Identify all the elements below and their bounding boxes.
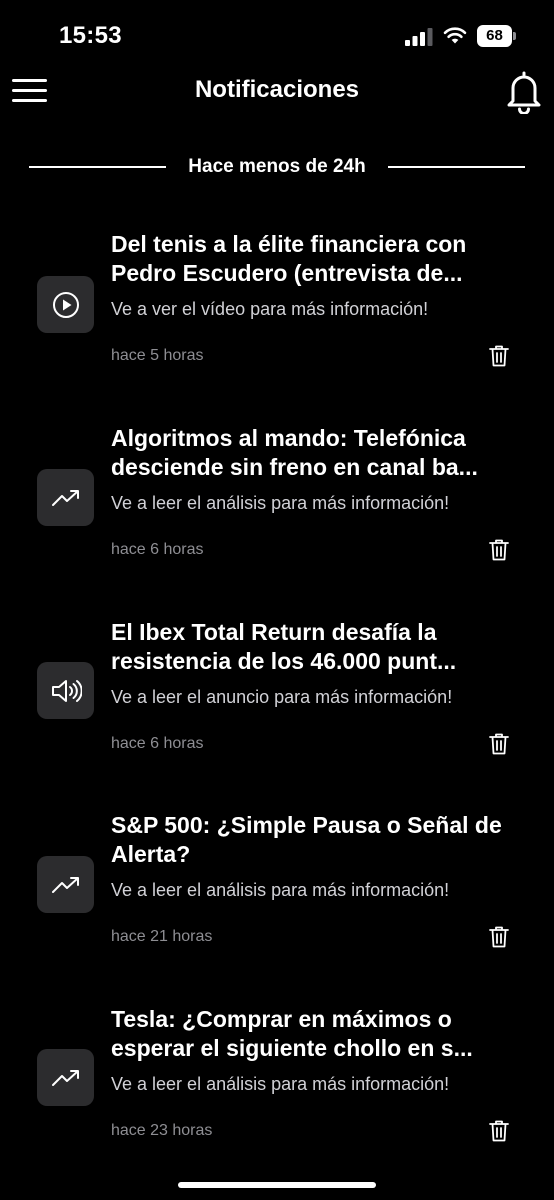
section-label: Hace menos de 24h <box>188 156 366 177</box>
notifications-screen: 15:53 68 Notificaciones Hace menos de 24… <box>0 0 554 1200</box>
notification-item[interactable]: S&P 500: ¿Simple Pausa o Señal de Alerta… <box>0 811 554 991</box>
trash-icon[interactable] <box>488 538 510 562</box>
notification-item[interactable]: Tesla: ¿Comprar en máximos o esperar el … <box>0 1005 554 1185</box>
trash-icon[interactable] <box>488 1119 510 1143</box>
battery-tip <box>513 32 516 40</box>
notification-time: hace 6 horas <box>111 541 204 558</box>
divider-line-right <box>388 166 525 168</box>
wifi-icon <box>443 27 467 44</box>
notification-item[interactable]: Del tenis a la élite financiera con Pedr… <box>0 230 554 410</box>
notification-body: Ve a leer el análisis para más informaci… <box>111 493 450 513</box>
notification-time: hace 5 horas <box>111 347 204 364</box>
notification-item[interactable]: Algoritmos al mando: Telefónica desciend… <box>0 424 554 604</box>
cellular-signal-icon <box>405 28 433 46</box>
trash-icon[interactable] <box>488 344 510 368</box>
notification-body: Ve a ver el vídeo para más información! <box>111 299 429 319</box>
battery-level: 68 <box>477 25 512 47</box>
notification-body: Ve a leer el análisis para más informaci… <box>111 880 450 900</box>
trash-icon[interactable] <box>488 732 510 756</box>
notification-item[interactable]: El Ibex Total Return desafía la resisten… <box>0 618 554 798</box>
trending-up-icon <box>37 856 94 913</box>
status-time: 15:53 <box>59 22 122 49</box>
notification-time: hace 21 horas <box>111 928 213 945</box>
speaker-icon <box>37 662 94 719</box>
bell-icon[interactable] <box>504 70 544 114</box>
status-bar: 15:53 68 <box>0 0 554 70</box>
notification-title: Tesla: ¿Comprar en máximos o esperar el … <box>111 1006 473 1061</box>
notification-body: Ve a leer el análisis para más informaci… <box>111 1074 450 1094</box>
trending-up-icon <box>37 469 94 526</box>
notification-time: hace 23 horas <box>111 1122 213 1139</box>
notification-title: S&P 500: ¿Simple Pausa o Señal de Alerta… <box>111 812 502 867</box>
app-header: Notificaciones <box>0 62 554 118</box>
notification-title: El Ibex Total Return desafía la resisten… <box>111 619 457 674</box>
notification-title: Del tenis a la élite financiera con Pedr… <box>111 231 467 286</box>
play-circle-icon <box>37 276 94 333</box>
trash-icon[interactable] <box>488 925 510 949</box>
page-title: Notificaciones <box>194 76 360 103</box>
home-indicator[interactable] <box>178 1182 376 1188</box>
divider-line-left <box>29 166 166 168</box>
trending-up-icon <box>37 1049 94 1106</box>
battery-indicator: 68 <box>477 25 517 47</box>
notification-title: Algoritmos al mando: Telefónica desciend… <box>111 425 478 480</box>
notification-body: Ve a leer el anuncio para más informació… <box>111 687 453 707</box>
notification-time: hace 6 horas <box>111 735 204 752</box>
section-divider: Hace menos de 24h <box>0 152 554 182</box>
